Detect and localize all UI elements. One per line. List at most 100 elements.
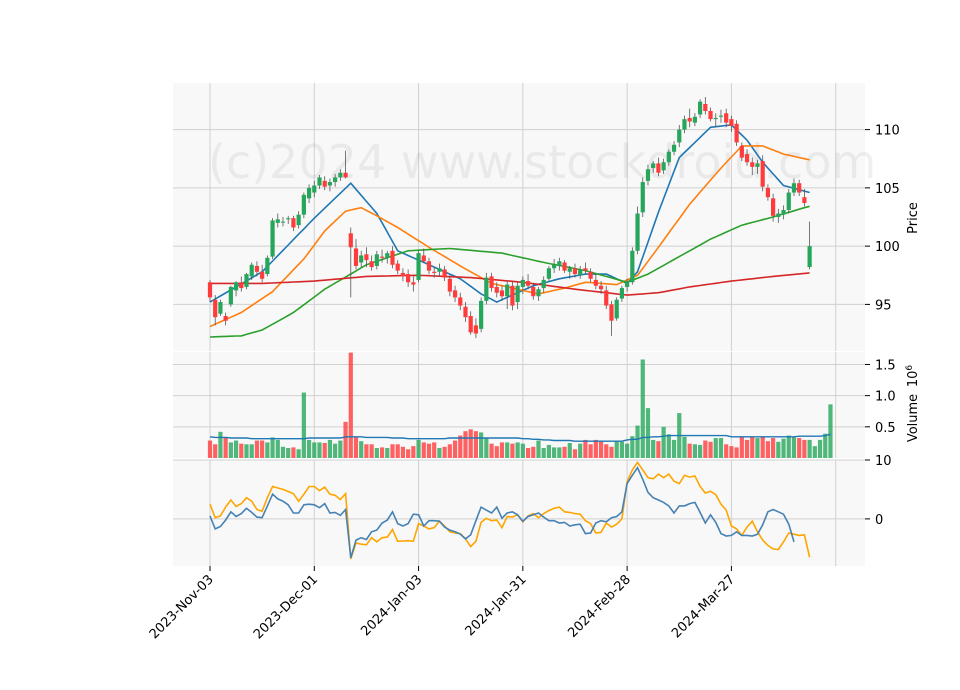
candle-body-19 [306, 187, 312, 199]
candle-body-101 [734, 123, 739, 143]
indicator-ytick-label-1: 10 [875, 454, 892, 469]
candle-body-73 [588, 271, 593, 279]
volume-bar-69 [567, 443, 572, 458]
candle-body-99 [724, 113, 729, 123]
stock-chart: (c)2024 www.stockdroid.com 95100105110 P… [147, 83, 921, 642]
volume-bar-103 [744, 439, 750, 458]
volume-bar-106 [760, 437, 765, 458]
candle-body-22 [322, 180, 327, 187]
candle-body-11 [265, 257, 270, 275]
candle-body-82 [635, 213, 640, 251]
volume-bar-5 [233, 440, 239, 458]
volume-bar-4 [228, 442, 233, 458]
candle-body-62 [531, 286, 536, 297]
volume-bar-118 [823, 433, 828, 458]
candle-body-97 [713, 117, 718, 120]
candle-body-108 [771, 198, 776, 216]
x-tick-label-4: 2024-Feb-28 [565, 572, 634, 641]
volume-bar-85 [651, 439, 656, 458]
volume-bar-49 [463, 431, 468, 458]
candle-body-83 [640, 182, 645, 213]
volume-bar-89 [671, 439, 677, 458]
candle-body-23 [327, 182, 333, 186]
volume-bar-70 [572, 449, 578, 458]
candle-body-69 [567, 268, 572, 272]
candle-body-52 [479, 300, 484, 329]
candle-body-72 [583, 268, 588, 271]
x-tick-label-1: 2023-Dec-01 [251, 572, 321, 642]
volume-bar-19 [306, 439, 312, 458]
volume-bar-10 [260, 440, 265, 458]
volume-bar-22 [322, 443, 327, 458]
volume-ytick-label-2: 1.5 [875, 358, 896, 373]
candle-body-109 [776, 213, 781, 217]
candle-body-80 [625, 282, 630, 287]
volume-bar-35 [390, 444, 395, 458]
volume-bar-91 [682, 436, 687, 458]
volume-bar-105 [755, 438, 760, 458]
candle-body-81 [630, 250, 635, 283]
volume-bar-99 [724, 444, 729, 458]
candle-body-115 [807, 246, 812, 268]
candle-body-88 [666, 151, 671, 163]
candle-body-71 [578, 269, 583, 276]
x-tick-label-0: 2023-Nov-03 [147, 572, 217, 642]
volume-bar-102 [739, 437, 744, 458]
candle-body-89 [671, 144, 677, 152]
candle-body-98 [718, 115, 724, 117]
volume-bar-74 [593, 439, 598, 458]
candle-body-50 [468, 316, 473, 333]
volume-bar-17 [296, 449, 301, 458]
volume-bar-32 [374, 448, 379, 458]
volume-bar-7 [244, 444, 249, 458]
volume-bar-110 [781, 438, 786, 458]
volume-bar-109 [776, 441, 781, 458]
candle-body-3 [223, 316, 228, 321]
volume-bar-71 [578, 443, 583, 458]
candle-body-106 [760, 161, 765, 187]
candle-body-75 [598, 285, 604, 290]
volume-bar-21 [317, 442, 322, 458]
volume-bar-29 [359, 441, 364, 458]
candle-body-57 [505, 284, 510, 297]
volume-panel: 0.5 1.0 1.5 Volume 106 [173, 352, 921, 458]
indicator-panel: 0 10 [173, 454, 892, 566]
volume-bar-12 [270, 437, 275, 458]
volume-bar-104 [750, 436, 755, 458]
volume-bar-95 [703, 440, 708, 458]
candle-body-8 [249, 264, 254, 277]
candle-body-46 [447, 278, 452, 292]
volume-bar-53 [484, 438, 489, 458]
candle-body-67 [557, 261, 562, 266]
candle-body-12 [270, 220, 275, 257]
candle-body-49 [463, 306, 468, 318]
candle-body-25 [338, 172, 343, 178]
volume-ytick-label-1: 1.0 [875, 390, 896, 405]
volume-bar-108 [771, 438, 776, 458]
volume-bar-27 [348, 352, 353, 458]
volume-bar-68 [562, 446, 567, 458]
volume-bar-18 [301, 392, 306, 458]
volume-bar-78 [614, 440, 619, 458]
candle-body-110 [781, 210, 786, 215]
volume-bar-59 [515, 442, 520, 458]
volume-bar-42 [426, 443, 432, 458]
candle-body-6 [239, 282, 244, 289]
volume-bar-92 [687, 443, 692, 458]
candle-body-40 [416, 253, 421, 280]
candle-body-48 [458, 297, 463, 306]
candle-body-0 [207, 282, 213, 298]
volume-bar-16 [291, 447, 296, 458]
volume-bar-77 [609, 446, 614, 458]
candle-body-39 [411, 282, 416, 285]
volume-bar-14 [280, 446, 286, 458]
volume-bar-36 [395, 444, 400, 458]
x-axis: 2023-Nov-03 2023-Dec-01 2024-Jan-03 2024-Ja… [147, 566, 738, 642]
candle-body-2 [218, 302, 223, 314]
volume-bar-67 [557, 447, 562, 458]
candle-body-87 [661, 162, 666, 171]
candle-body-61 [525, 281, 531, 286]
candle-body-56 [499, 290, 505, 297]
candle-body-13 [275, 219, 280, 223]
volume-bar-40 [416, 439, 421, 458]
